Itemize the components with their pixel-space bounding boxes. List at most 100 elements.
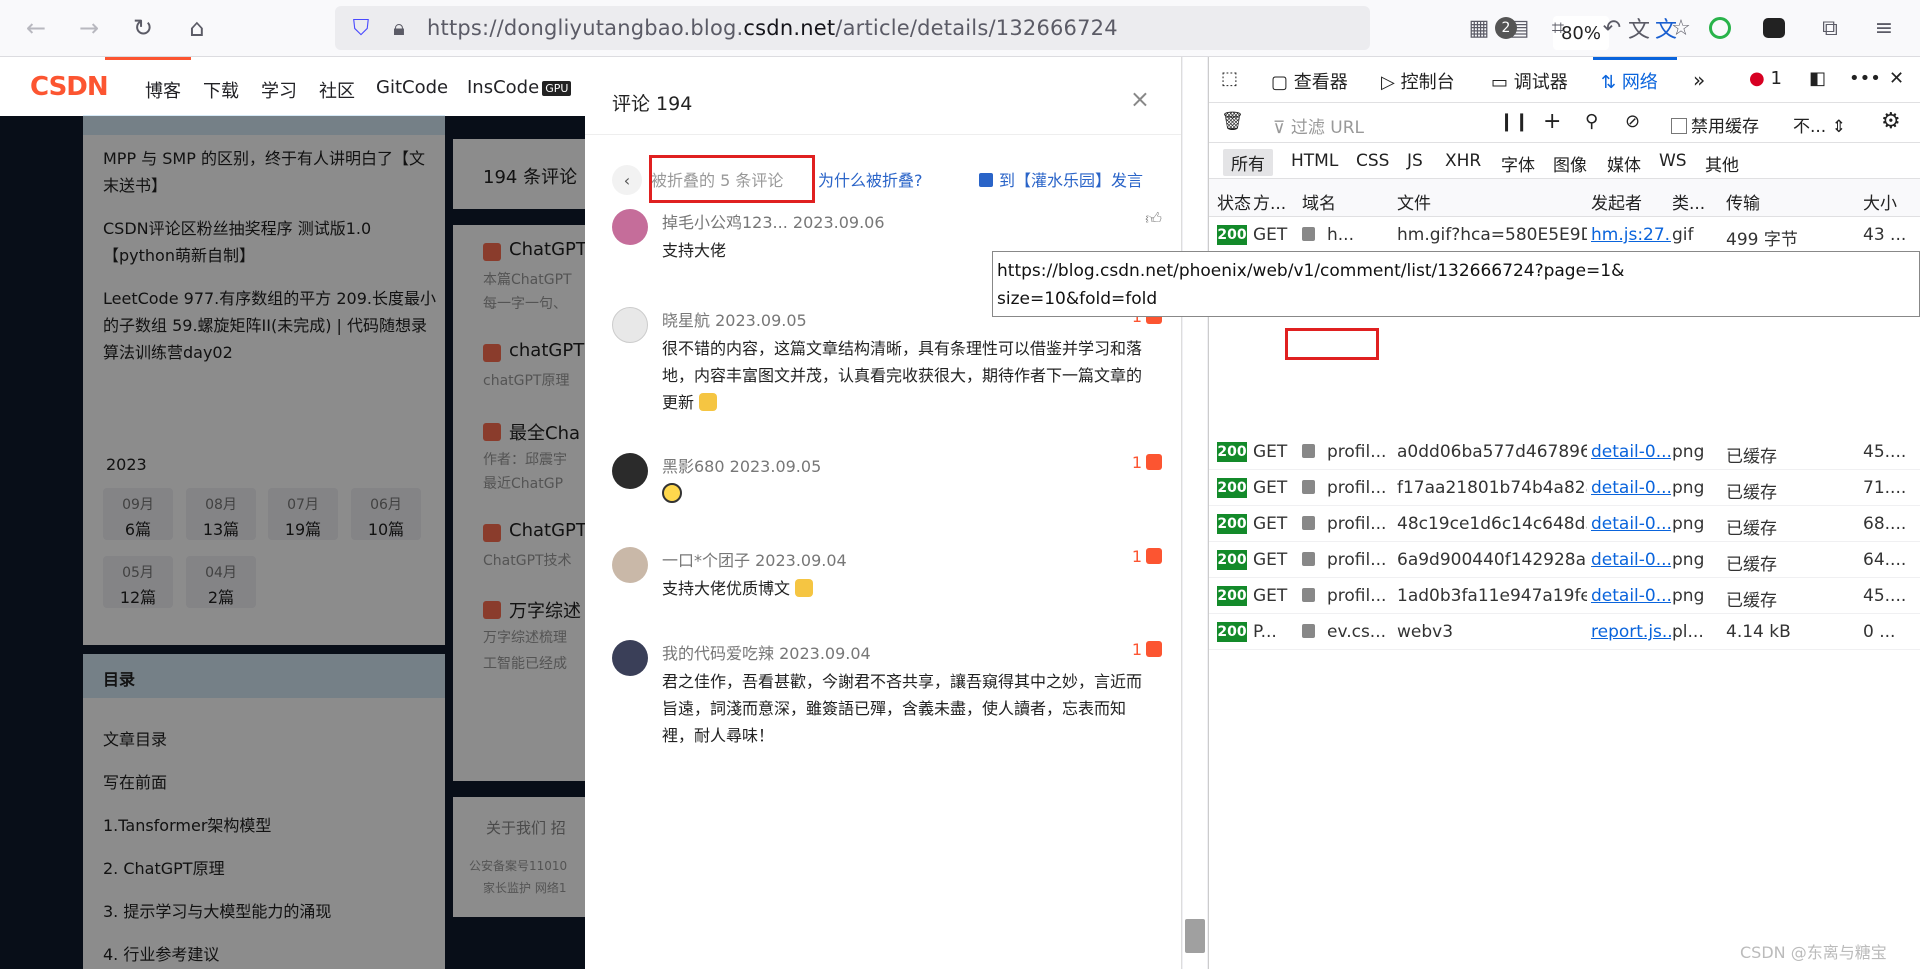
modal-backdrop[interactable] — [0, 116, 585, 969]
network-request-row[interactable]: 200 GET profil... a0dd06ba577d467896cdcb05d… — [1209, 434, 1920, 470]
emoji-icon — [795, 579, 814, 597]
cell-initiator[interactable]: detail-0... — [1591, 514, 1671, 534]
cell-initiator[interactable]: detail-0... — [1591, 586, 1671, 606]
like-button[interactable]: 1 — [1132, 547, 1162, 566]
thumbs-up-icon: 👍︎ — [1145, 209, 1162, 228]
filter-fonts[interactable]: 字体 — [1501, 151, 1535, 176]
search-icon[interactable]: ⚲ — [1585, 111, 1598, 132]
network-request-row[interactable]: 200 GET h... hm.gif?hca=580E5E9D5F4C8hm.js:… — [1209, 217, 1920, 253]
tab-debugger[interactable]: ▭ 调试器 — [1491, 68, 1568, 94]
reload-button[interactable]: ↻ — [128, 13, 158, 43]
col-initiator[interactable]: 发起者 — [1591, 189, 1642, 214]
nav-inscode[interactable]: InsCode GPU — [467, 77, 572, 98]
comment-user[interactable]: 黑影680 — [662, 457, 725, 476]
settings-gear-icon[interactable]: ⚙ — [1881, 109, 1901, 134]
close-devtools-icon[interactable]: ✕ — [1889, 68, 1904, 89]
close-icon[interactable]: × — [1130, 85, 1150, 113]
shield-icon[interactable]: ⛉ — [347, 14, 375, 42]
nav-gitcode[interactable]: GitCode — [376, 77, 448, 98]
page-scrollbar[interactable] — [1183, 57, 1207, 969]
network-request-row[interactable]: 200 GET profil... 1ad0b3fa11e947a19fe9171f4… — [1209, 578, 1920, 614]
element-picker-icon[interactable]: ⬚ — [1221, 68, 1238, 89]
forward-button[interactable]: → — [74, 13, 104, 43]
filter-other[interactable]: 其他 — [1705, 151, 1739, 176]
nav-learn[interactable]: 学习 — [261, 77, 297, 103]
mask-extension-icon[interactable] — [1760, 14, 1788, 42]
col-type[interactable]: 类... — [1672, 189, 1705, 214]
crop-icon[interactable]: ⌗ — [1544, 14, 1572, 42]
pause-icon[interactable]: ❙❙ — [1499, 111, 1529, 132]
col-domain[interactable]: 域名 — [1302, 189, 1336, 214]
filter-media[interactable]: 媒体 — [1607, 151, 1641, 176]
filter-url-input[interactable]: ⊽ 过滤 URL — [1273, 113, 1364, 138]
translate-extension-icon[interactable]: 文 — [1652, 14, 1680, 43]
why-folded-link[interactable]: 为什么被折叠? — [818, 167, 923, 191]
filter-all[interactable]: 所有 — [1223, 149, 1273, 176]
avatar[interactable] — [612, 209, 648, 245]
col-status[interactable]: 状态 — [1217, 189, 1251, 214]
menu-hamburger-icon[interactable]: ≡ — [1870, 14, 1898, 42]
avatar[interactable] — [612, 307, 648, 343]
extensions-puzzle-icon[interactable]: ⧉ — [1816, 14, 1844, 42]
cell-size: 0 ... — [1863, 622, 1896, 642]
cell-initiator[interactable]: detail-0... — [1591, 442, 1671, 462]
url-text[interactable]: https://dongliyutangbao.blog.csdn.net/ar… — [427, 16, 1118, 40]
filter-ws[interactable]: WS — [1659, 151, 1687, 171]
more-options-icon[interactable]: ••• — [1849, 68, 1881, 89]
back-arrow-icon[interactable]: ‹ — [612, 165, 642, 195]
col-size[interactable]: 大小 — [1863, 189, 1897, 214]
like-button[interactable]: 1 — [1132, 640, 1162, 659]
dock-side-icon[interactable]: ◧ — [1809, 68, 1826, 89]
cell-initiator[interactable]: hm.js:27... — [1591, 225, 1671, 245]
block-icon[interactable]: ⊘ — [1625, 111, 1640, 132]
post-comment-link[interactable]: 到【灌水乐园】发言 — [979, 167, 1143, 191]
col-file[interactable]: 文件 — [1397, 189, 1431, 214]
qr-code-icon[interactable]: ▦ — [1465, 14, 1493, 42]
scrollbar-thumb[interactable] — [1185, 919, 1205, 953]
nav-download[interactable]: 下载 — [203, 77, 239, 103]
lock-icon[interactable]: 🔒︎ — [385, 14, 413, 42]
col-method[interactable]: 方... — [1253, 189, 1286, 214]
cell-initiator[interactable]: detail-0... — [1591, 550, 1671, 570]
comment-user[interactable]: 我的代码爱吃辣 — [662, 644, 774, 663]
filter-html[interactable]: HTML — [1291, 151, 1338, 171]
error-count-badge[interactable]: ● 1 — [1749, 68, 1782, 89]
network-request-row[interactable]: 200 GET profil... 6a9d900440f142928a5c3fe0d… — [1209, 542, 1920, 578]
disable-cache-checkbox[interactable]: 禁用缓存 — [1671, 112, 1759, 137]
avatar[interactable] — [612, 453, 648, 489]
col-transferred[interactable]: 传输 — [1726, 189, 1760, 214]
throttle-select[interactable]: 不... ⇕ — [1793, 112, 1846, 137]
address-bar[interactable]: ⛉ 🔒︎ https://dongliyutangbao.blog.csdn.n… — [335, 6, 1691, 50]
tab-inspector[interactable]: ▢ 查看器 — [1271, 68, 1348, 94]
filter-xhr[interactable]: XHR — [1445, 151, 1481, 171]
network-request-row[interactable]: 200 GET profil... f17aa21801b74b4a82abafb9d… — [1209, 470, 1920, 506]
avatar[interactable] — [612, 640, 648, 676]
undo-icon[interactable]: ↶ — [1598, 14, 1626, 42]
tab-console[interactable]: ▷ 控制台 — [1381, 68, 1455, 94]
comment-user[interactable]: 掉毛小公鸡123... — [662, 213, 788, 232]
comment-user[interactable]: 一口*个团子 — [662, 551, 750, 570]
translate-icon[interactable]: 文 — [1625, 14, 1653, 43]
home-button[interactable]: ⌂ — [182, 13, 212, 43]
nav-community[interactable]: 社区 — [319, 77, 355, 103]
filter-js[interactable]: JS — [1407, 151, 1423, 171]
csdn-logo[interactable]: CSDN — [30, 72, 109, 102]
tab-network[interactable]: ⇅ 网络 — [1601, 68, 1658, 94]
back-button[interactable]: ← — [21, 13, 51, 43]
more-tabs-icon[interactable]: » — [1693, 68, 1705, 92]
trash-icon[interactable]: 🗑︎ — [1221, 111, 1244, 132]
network-request-row[interactable]: 200 P... ev.cs... webv3 report.js... pl... 4.1… — [1209, 614, 1920, 650]
like-button[interactable]: 1 — [1132, 453, 1162, 472]
circle-extension-icon[interactable] — [1706, 14, 1734, 42]
avatar[interactable] — [612, 547, 648, 583]
filter-images[interactable]: 图像 — [1553, 151, 1587, 176]
notification-badge-icon[interactable]: 2 — [1492, 14, 1520, 42]
network-request-row[interactable]: 200 GET profil... 48c19ce1d6c14c648d3b4ad2d… — [1209, 506, 1920, 542]
filter-css[interactable]: CSS — [1356, 151, 1389, 171]
add-icon[interactable]: + — [1543, 109, 1561, 134]
nav-blog[interactable]: 博客 — [145, 77, 181, 103]
comment-user[interactable]: 晓星航 — [662, 311, 710, 330]
cell-initiator[interactable]: report.js... — [1591, 622, 1671, 642]
like-button[interactable]: 👍︎ — [1145, 209, 1162, 229]
cell-initiator[interactable]: detail-0... — [1591, 478, 1671, 498]
